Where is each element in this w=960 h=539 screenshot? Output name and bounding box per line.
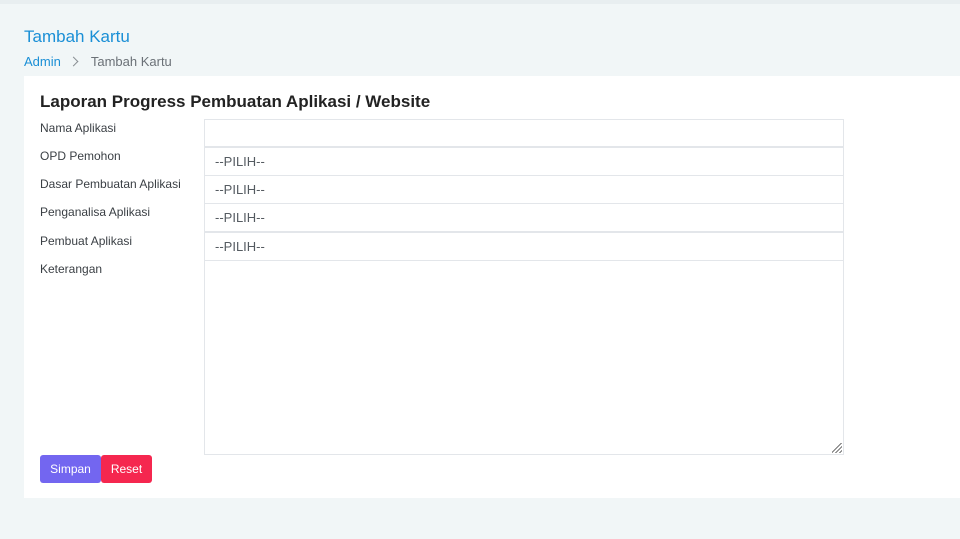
- breadcrumb: Admin Tambah Kartu: [24, 54, 172, 70]
- page-title: Tambah Kartu: [24, 27, 130, 46]
- penganalisa-label: Penganalisa Aplikasi: [40, 205, 151, 219]
- save-button[interactable]: Simpan: [40, 455, 101, 483]
- top-strip: [0, 0, 960, 4]
- chevron-right-icon: [69, 54, 81, 70]
- form-card: Laporan Progress Pembuatan Aplikasi / We…: [24, 76, 960, 498]
- resize-handle-icon[interactable]: [832, 443, 842, 453]
- penganalisa-select[interactable]: --PILIH--: [204, 203, 844, 232]
- nama-aplikasi-label: Nama Aplikasi: [40, 121, 117, 135]
- pembuat-label: Pembuat Aplikasi: [40, 234, 133, 248]
- reset-button[interactable]: Reset: [101, 455, 152, 483]
- breadcrumb-current: Tambah Kartu: [90, 54, 172, 69]
- nama-aplikasi-input[interactable]: [204, 119, 844, 147]
- opd-pemohon-label: OPD Pemohon: [40, 149, 121, 163]
- breadcrumb-admin-link[interactable]: Admin: [24, 54, 61, 70]
- opd-pemohon-select[interactable]: --PILIH--: [204, 147, 844, 176]
- dasar-pembuatan-select[interactable]: --PILIH--: [204, 175, 844, 204]
- dasar-pembuatan-label: Dasar Pembuatan Aplikasi: [40, 177, 181, 191]
- pembuat-select[interactable]: --PILIH--: [204, 232, 844, 261]
- keterangan-textarea[interactable]: [204, 260, 844, 455]
- form-title: Laporan Progress Pembuatan Aplikasi / We…: [40, 92, 431, 111]
- keterangan-label: Keterangan: [40, 262, 103, 276]
